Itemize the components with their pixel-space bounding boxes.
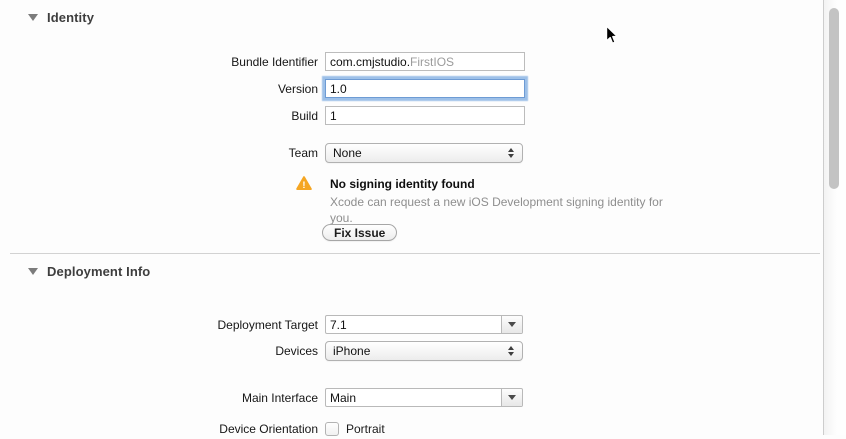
- xcode-general-settings-pane: { "colors": { "focus_ring": "#9dc0e8", "…: [0, 0, 846, 435]
- team-selected-value: None: [333, 146, 508, 160]
- build-value: 1: [330, 109, 337, 123]
- identity-section-header[interactable]: Identity: [28, 10, 94, 25]
- down-triangle-icon: [508, 322, 516, 327]
- section-divider: [10, 253, 820, 254]
- deployment-section-header[interactable]: Deployment Info: [28, 264, 150, 279]
- team-row: Team None: [0, 142, 523, 163]
- deployment-target-label: Deployment Target: [0, 318, 318, 332]
- popup-stepper-icon: [508, 148, 514, 158]
- disclosure-triangle-icon[interactable]: [28, 14, 38, 21]
- warning-icon: !: [296, 176, 312, 191]
- identity-section-title: Identity: [47, 10, 94, 25]
- warning-description: Xcode can request a new iOS Development …: [330, 194, 670, 226]
- deployment-target-combobox[interactable]: 7.1: [325, 315, 523, 334]
- deployment-target-row: Deployment Target 7.1: [0, 314, 523, 335]
- main-interface-row: Main Interface Main: [0, 387, 523, 408]
- bundle-identifier-suggested-text: FirstIOS: [410, 55, 454, 69]
- device-orientation-label: Device Orientation: [0, 422, 318, 436]
- version-value: 1.0: [330, 82, 347, 96]
- disclosure-triangle-icon[interactable]: [28, 268, 38, 275]
- warning-title: No signing identity found: [330, 177, 475, 191]
- cursor-arrow-icon: [605, 25, 619, 46]
- version-field[interactable]: 1.0: [325, 79, 525, 98]
- fix-issue-button-label: Fix Issue: [334, 226, 385, 240]
- portrait-checkbox[interactable]: [325, 422, 339, 436]
- down-triangle-icon: [508, 395, 516, 400]
- main-interface-label: Main Interface: [0, 391, 318, 405]
- combo-dropdown-button[interactable]: [501, 389, 522, 406]
- device-orientation-row: Device Orientation Portrait: [0, 418, 385, 439]
- deployment-section-title: Deployment Info: [47, 264, 150, 279]
- bundle-identifier-field[interactable]: com.cmjstudio.FirstIOS: [325, 52, 525, 71]
- team-label: Team: [0, 146, 318, 160]
- bundle-identifier-label: Bundle Identifier: [0, 55, 318, 69]
- build-field[interactable]: 1: [325, 106, 525, 125]
- team-popup-button[interactable]: None: [325, 143, 523, 163]
- version-row: Version 1.0: [0, 78, 525, 99]
- svg-text:!: !: [302, 180, 305, 191]
- combo-dropdown-button[interactable]: [501, 316, 522, 333]
- deployment-target-value: 7.1: [326, 316, 501, 333]
- popup-stepper-icon: [508, 346, 514, 356]
- build-row: Build 1: [0, 105, 525, 126]
- bundle-identifier-row: Bundle Identifier com.cmjstudio.FirstIOS: [0, 51, 525, 72]
- devices-label: Devices: [0, 344, 318, 358]
- scrollbar-thumb[interactable]: [829, 8, 839, 189]
- devices-popup-button[interactable]: iPhone: [325, 341, 523, 361]
- devices-row: Devices iPhone: [0, 340, 523, 361]
- build-label: Build: [0, 109, 318, 123]
- portrait-checkbox-label: Portrait: [346, 422, 385, 436]
- main-interface-value: Main: [326, 389, 501, 406]
- bundle-identifier-typed-text: com.cmjstudio.: [330, 55, 410, 69]
- devices-selected-value: iPhone: [333, 344, 508, 358]
- version-label: Version: [0, 82, 318, 96]
- main-interface-combobox[interactable]: Main: [325, 388, 523, 407]
- fix-issue-button[interactable]: Fix Issue: [322, 224, 397, 241]
